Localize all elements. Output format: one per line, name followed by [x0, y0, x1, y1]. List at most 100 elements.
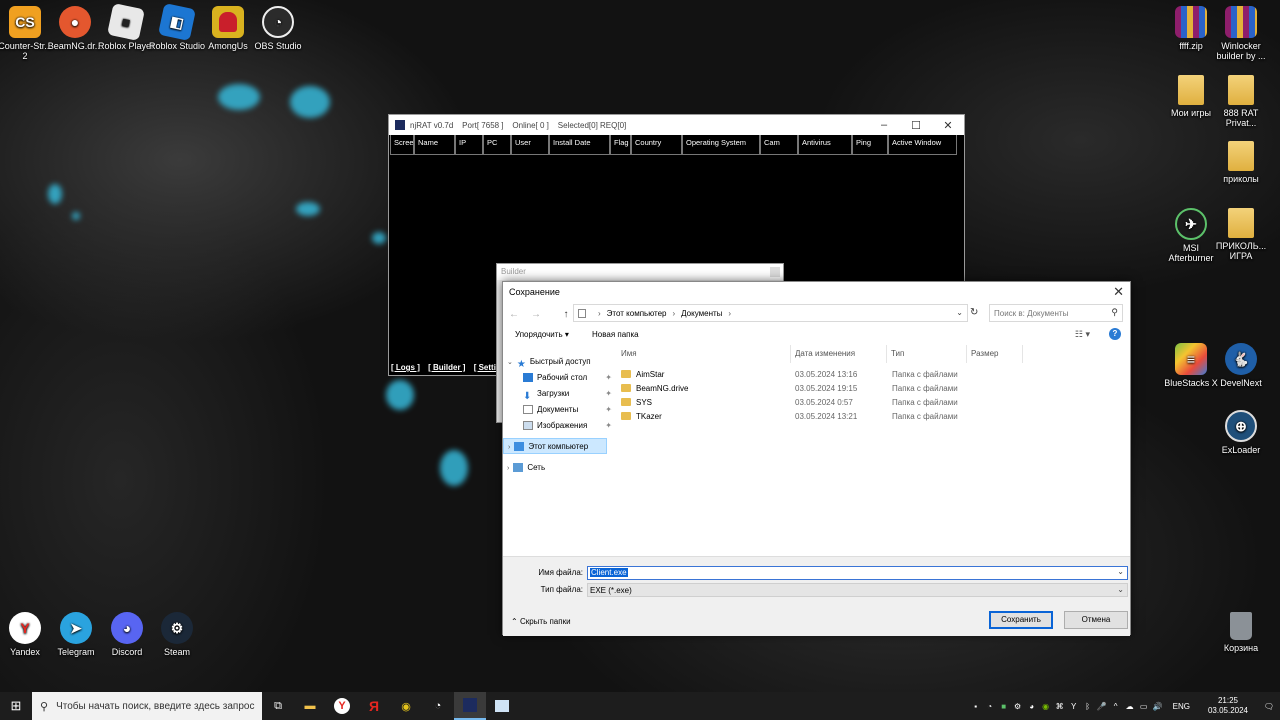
bluetooth-icon[interactable]: ᛒ	[1081, 702, 1095, 711]
sidebar-item-documents[interactable]: Документы ✦	[503, 402, 616, 418]
yandex-browser-icon[interactable]: Y	[326, 692, 358, 720]
column-header[interactable]: Install Date	[549, 135, 610, 155]
address-bar[interactable]: › Этот компьютер › Документы › ⌄	[573, 304, 968, 322]
search-input[interactable]: Поиск в: Документы ⚲	[989, 304, 1123, 322]
notification-icon[interactable]: 🗨	[1258, 702, 1280, 711]
sidebar-item-desktop[interactable]: Рабочий стол ✦	[503, 370, 616, 386]
desktop-icon-recycle-bin[interactable]: Корзина	[1211, 612, 1271, 653]
file-explorer-icon[interactable]: ▬	[294, 692, 326, 720]
clock[interactable]: 21:25 03.05.2024	[1208, 696, 1248, 716]
close-icon[interactable]: ✕	[932, 119, 964, 132]
network-icon[interactable]: ▭	[1137, 702, 1151, 711]
navigation-bar: ← → ↑ › Этот компьютер › Документы › ⌄ ↻…	[503, 304, 1130, 324]
builder-link[interactable]: [ Builder ]	[428, 363, 465, 372]
sidebar-item-network[interactable]: › Сеть	[503, 460, 616, 476]
column-header-size[interactable]: Размер	[967, 345, 1023, 363]
steam-tray-icon[interactable]: ⚙	[1011, 702, 1025, 711]
desktop-icon-prikoly[interactable]: приколы	[1211, 141, 1271, 184]
column-header[interactable]: Name	[414, 135, 455, 155]
chevron-up-icon[interactable]: ^	[1109, 702, 1123, 711]
builder-taskbar-icon[interactable]	[486, 692, 518, 720]
language-indicator[interactable]: ENG	[1173, 702, 1190, 711]
hide-folders-toggle[interactable]: ⌃ Скрыть папки	[511, 617, 571, 626]
cancel-button[interactable]: Отмена	[1064, 611, 1128, 629]
onedrive-icon[interactable]: ☁	[1123, 702, 1137, 711]
desktop-icon-888-rat[interactable]: 888 RAT Privat...	[1211, 75, 1271, 128]
forward-arrow-icon[interactable]: →	[525, 309, 547, 320]
new-folder-button[interactable]: Новая папка	[592, 330, 639, 339]
desktop: { "desktop_icons_top": [ {"label": "Coun…	[0, 0, 1280, 720]
column-header[interactable]: Cam	[760, 135, 798, 155]
back-arrow-icon[interactable]: ←	[503, 309, 525, 320]
breadcrumb-item[interactable]: Документы	[681, 309, 722, 318]
chevron-down-icon[interactable]: ⌄	[956, 308, 963, 317]
sidebar-item-pictures[interactable]: Изображения ✦	[503, 418, 616, 434]
column-header[interactable]: IP	[455, 135, 483, 155]
desktop-icon-exloader[interactable]: ⊕ ExLoader	[1211, 410, 1271, 455]
desktop-icon-develnext[interactable]: 🐇 DevelNext	[1211, 343, 1271, 388]
nvidia-icon[interactable]: ◉	[390, 692, 422, 720]
microphone-icon[interactable]: 🎤	[1095, 702, 1109, 711]
save-button[interactable]: Сохранить	[989, 611, 1053, 629]
taskbar-search-input[interactable]: ⚲ Чтобы начать поиск, введите здесь запр…	[32, 692, 262, 720]
column-header[interactable]: Operating System	[682, 135, 760, 155]
column-header[interactable]: Scree	[390, 135, 414, 155]
desktop-icon-label: Steam	[163, 647, 190, 657]
column-header[interactable]: Country	[631, 135, 682, 155]
column-header[interactable]: Flag	[610, 135, 631, 155]
column-header[interactable]: Active Window	[888, 135, 957, 155]
njrat-tray-icon[interactable]: ▪	[969, 702, 983, 711]
pin-icon: ✦	[605, 405, 612, 414]
close-icon[interactable]: ✕	[1113, 284, 1124, 300]
file-row[interactable]: SYS 03.05.2024 0:57 Папка с файлами	[617, 395, 1129, 409]
maximize-icon[interactable]: ☐	[900, 119, 932, 132]
njrat-taskbar-icon[interactable]	[454, 692, 486, 720]
save-dialog: Сохранение ✕ ← → ↑ › Этот компьютер › До…	[502, 281, 1131, 636]
task-view-icon[interactable]: ⧉	[262, 692, 294, 720]
column-header[interactable]: PC	[483, 135, 511, 155]
minimize-icon[interactable]: –	[868, 119, 900, 132]
desktop-icon-steam[interactable]: ⚙ Steam	[147, 612, 207, 657]
file-row[interactable]: TKazer 03.05.2024 13:21 Папка с файлами	[617, 409, 1129, 423]
yandex-icon[interactable]: Я	[358, 692, 390, 720]
column-header[interactable]: Ping	[852, 135, 888, 155]
roblox-icon: ■	[107, 3, 145, 41]
volume-icon[interactable]: 🔊	[1151, 702, 1165, 711]
logs-link[interactable]: [ Logs ]	[391, 363, 420, 372]
computer-icon	[514, 442, 525, 452]
yandex-tray-icon[interactable]: Y	[1067, 702, 1081, 711]
help-icon[interactable]: ?	[1109, 328, 1121, 340]
column-header-date[interactable]: Дата изменения	[791, 345, 887, 363]
nvidia-tray-icon[interactable]: ◉	[1039, 702, 1053, 711]
file-row[interactable]: BeamNG.drive 03.05.2024 19:15 Папка с фа…	[617, 381, 1129, 395]
taskbar: ⊞ ⚲ Чтобы начать поиск, введите здесь за…	[0, 692, 1280, 720]
filetype-select[interactable]: EXE (*.exe) ⌄	[587, 583, 1128, 597]
sidebar-item-quick-access[interactable]: ⌄ ★ Быстрый доступ	[503, 354, 616, 370]
organize-button[interactable]: Упорядочить ▾	[515, 330, 569, 339]
discord-tray-icon[interactable]: ◕	[1025, 702, 1039, 711]
njrat-titlebar[interactable]: njRAT v0.7d Port[ 7658 ] Online[ 0 ] Sel…	[389, 115, 964, 135]
bluestacks-tray-icon[interactable]: ■	[997, 702, 1011, 711]
view-options-icon[interactable]: ☷ ▾	[1075, 329, 1090, 340]
sidebar-item-downloads[interactable]: ⬇ Загрузки ✦	[503, 386, 616, 402]
close-icon[interactable]	[770, 267, 780, 277]
refresh-icon[interactable]: ↻	[970, 307, 978, 318]
gamepad-tray-icon[interactable]: ⌘	[1053, 702, 1067, 711]
column-header-name[interactable]: Имя	[617, 345, 791, 363]
windows-start-icon[interactable]: ⊞	[0, 698, 32, 714]
obs-tray-icon[interactable]: ◔	[983, 702, 997, 711]
desktop-icon-winlocker[interactable]: Winlocker builder by ...	[1211, 6, 1271, 61]
column-header-type[interactable]: Тип	[887, 345, 967, 363]
column-header[interactable]: User	[511, 135, 549, 155]
breadcrumb-item[interactable]: Этот компьютер	[607, 309, 667, 318]
column-header[interactable]: Antivirus	[798, 135, 852, 155]
file-row[interactable]: AimStar 03.05.2024 13:16 Папка с файлами	[617, 367, 1129, 381]
obs-taskbar-icon[interactable]: ◔	[422, 692, 454, 720]
roblox-studio-icon: ◧	[158, 3, 196, 41]
filename-field[interactable]: Client.exe ⌄	[587, 566, 1128, 580]
desktop-icon-obs[interactable]: ◔ OBS Studio	[248, 6, 308, 51]
desktop-icon-prikol-igra[interactable]: ПРИКОЛЬ... ИГРА	[1211, 208, 1271, 261]
chevron-down-icon[interactable]: ⌄	[1117, 567, 1124, 576]
folder-icon	[621, 412, 631, 420]
sidebar-item-this-pc[interactable]: › Этот компьютер	[503, 438, 607, 454]
